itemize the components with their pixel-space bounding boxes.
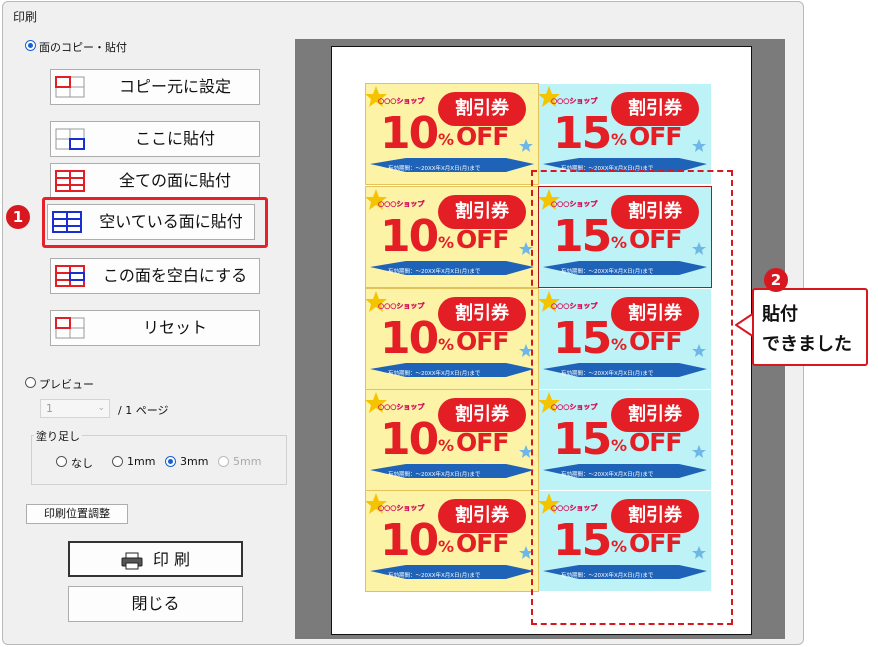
coupon-left-5[interactable]: ○○○ショップ 割引券 10% OFF 有効期間：～20XX年X月X日(月)まで	[365, 490, 539, 592]
coupon-right-1[interactable]: ○○○ショップ 割引券 15% OFF 有効期間：～20XX年X月X日(月)まで	[539, 84, 711, 184]
clear-face-label: この面を空白にする	[102, 266, 248, 285]
result-callout: 貼付 できました	[752, 288, 868, 366]
copy-paste-radio[interactable]	[25, 40, 36, 51]
paste-here-button[interactable]: ここに貼付	[50, 121, 260, 157]
print-button[interactable]: 印 刷	[68, 541, 243, 577]
page-select[interactable]: 1 ⌄	[40, 399, 110, 418]
coupon-validity: 有効期間：～20XX年X月X日(月)まで	[388, 166, 481, 172]
preview-label: プレビュー	[39, 378, 94, 391]
paste-here-label: ここに貼付	[134, 129, 215, 148]
preview-radio[interactable]	[25, 377, 36, 388]
coupon-title: 割引券	[438, 398, 526, 432]
coupon-discount-value: 10	[380, 414, 439, 465]
coupon-percent: %	[438, 130, 455, 149]
bleed-none-radio[interactable]	[56, 456, 67, 467]
coupon-off: OFF	[629, 122, 682, 151]
coupon-percent: %	[438, 233, 455, 252]
coupon-discount-value: 10	[380, 211, 439, 262]
bleed-1mm-radio[interactable]	[112, 456, 123, 467]
step1-highlight-frame	[42, 197, 268, 248]
coupon-shop-name: ○○○ショップ	[378, 97, 425, 105]
paste-all-label: 全ての面に貼付	[118, 171, 231, 190]
grid-paste-all-icon	[55, 170, 85, 192]
grid-paste-here-icon	[55, 128, 85, 150]
bleed-legend: 塗り足し	[34, 428, 82, 444]
print-position-button[interactable]: 印刷位置調整	[26, 504, 128, 524]
coupon-off: OFF	[456, 225, 509, 254]
coupon-discount-value: 10	[380, 108, 439, 159]
coupon-discount-value: 15	[553, 108, 612, 159]
bleed-3mm-radio[interactable]	[165, 456, 176, 467]
coupon-shop-name: ○○○ショップ	[378, 302, 425, 310]
coupon-left-3[interactable]: ○○○ショップ 割引券 10% OFF 有効期間：～20XX年X月X日(月)まで	[365, 288, 539, 390]
bleed-1mm-label: 1mm	[127, 455, 156, 468]
coupon-title: 割引券	[438, 499, 526, 533]
coupon-left-4[interactable]: ○○○ショップ 割引券 10% OFF 有効期間：～20XX年X月X日(月)まで	[365, 389, 539, 491]
set-source-label: コピー元に設定	[118, 77, 231, 96]
coupon-shop-name: ○○○ショップ	[378, 200, 425, 208]
coupon-title: 割引券	[438, 297, 526, 331]
coupon-shop-name: ○○○ショップ	[551, 97, 598, 105]
grid-source-icon	[55, 76, 85, 98]
printer-icon	[121, 552, 143, 569]
coupon-off: OFF	[456, 428, 509, 457]
coupon-validity: 有効期間：～20XX年X月X日(月)まで	[388, 269, 481, 275]
coupon-discount-value: 10	[380, 515, 439, 566]
coupon-shop-name: ○○○ショップ	[378, 403, 425, 411]
coupon-validity: 有効期間：～20XX年X月X日(月)まで	[388, 573, 481, 579]
pasted-area-frame	[531, 170, 733, 625]
callout-line1: 貼付	[762, 304, 798, 325]
reset-button[interactable]: リセット	[50, 310, 260, 346]
coupon-percent: %	[438, 335, 455, 354]
coupon-percent: %	[611, 130, 628, 149]
coupon-title: 割引券	[438, 92, 526, 126]
coupon-off: OFF	[456, 327, 509, 356]
coupon-percent: %	[438, 436, 455, 455]
coupon-discount-value: 10	[380, 313, 439, 364]
clear-face-button[interactable]: この面を空白にする	[50, 258, 260, 294]
step1-badge: 1	[6, 205, 30, 229]
coupon-title: 割引券	[438, 195, 526, 229]
bleed-5mm-label: 5mm	[233, 455, 262, 468]
page-select-value: 1	[46, 402, 53, 415]
copy-paste-label: 面のコピー・貼付	[39, 41, 127, 54]
step2-badge: 2	[764, 268, 788, 292]
coupon-shop-name: ○○○ショップ	[378, 504, 425, 512]
bleed-3mm-label: 3mm	[180, 455, 209, 468]
print-label: 印 刷	[152, 550, 191, 569]
grid-reset-icon	[55, 317, 85, 339]
coupon-validity: 有効期間：～20XX年X月X日(月)まで	[388, 472, 481, 478]
coupon-off: OFF	[456, 529, 509, 558]
page-total-label: / 1 ページ	[118, 404, 169, 417]
reset-label: リセット	[142, 318, 207, 337]
set-source-button[interactable]: コピー元に設定	[50, 69, 260, 105]
bleed-5mm-radio	[218, 456, 229, 467]
coupon-off: OFF	[456, 122, 509, 151]
coupon-left-2[interactable]: ○○○ショップ 割引券 10% OFF 有効期間：～20XX年X月X日(月)まで	[365, 186, 539, 288]
coupon-title: 割引券	[611, 92, 699, 126]
grid-clear-icon	[55, 265, 85, 287]
coupon-validity: 有効期間：～20XX年X月X日(月)まで	[388, 371, 481, 377]
dialog-title: 印刷	[13, 10, 38, 24]
bleed-none-label: なし	[71, 457, 93, 470]
coupon-percent: %	[438, 537, 455, 556]
coupon-left-1[interactable]: ○○○ショップ 割引券 10% OFF 有効期間：～20XX年X月X日(月)まで	[365, 83, 539, 185]
close-button[interactable]: 閉じる	[68, 586, 243, 622]
callout-line2: できました	[762, 334, 852, 355]
paste-all-button[interactable]: 全ての面に貼付	[50, 163, 260, 199]
chevron-down-icon: ⌄	[97, 403, 105, 413]
